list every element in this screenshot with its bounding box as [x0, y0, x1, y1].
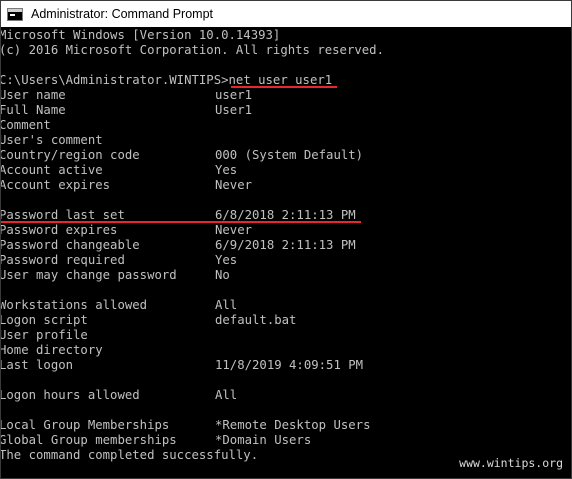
field-value: 11/8/2019 4:09:51 PM	[215, 358, 364, 372]
field-value: User1	[215, 103, 253, 117]
field-value: Yes	[215, 163, 238, 177]
console-output[interactable]: Microsoft Windows [Version 10.0.14393] (…	[1, 27, 571, 478]
field-label: Full Name	[0, 103, 66, 117]
header-copyright-line: (c) 2016 Microsoft Corporation. All righ…	[0, 43, 384, 57]
field-value: Never	[215, 178, 253, 192]
field-value: Yes	[215, 253, 238, 267]
field-row-logon-script: Logon script default.bat	[0, 313, 296, 328]
watermark: www.wintips.org	[459, 456, 563, 470]
field-row-logon-hours-allowed: Logon hours allowed All	[0, 388, 237, 403]
field-row-full-name: Full Name User1	[0, 103, 252, 118]
field-label: Logon hours allowed	[0, 388, 140, 402]
prompt-path: C:\Users\Administrator.WINTIPS>	[0, 73, 229, 87]
title-bar[interactable]: Administrator: Command Prompt	[1, 1, 571, 27]
field-row-country-code: Country/region code 000 (System Default)	[0, 148, 363, 163]
field-row-user-profile: User profile	[0, 328, 88, 343]
typed-command: net user user1	[228, 73, 333, 87]
field-value: 000 (System Default)	[215, 148, 364, 162]
field-row-account-active: Account active Yes	[0, 163, 237, 178]
field-label: Password required	[0, 253, 125, 267]
field-label: Home directory	[0, 343, 103, 357]
field-row-password-expires: Password expires Never	[0, 223, 252, 238]
field-row-local-group-memberships: Local Group Memberships *Remote Desktop U…	[0, 418, 370, 433]
field-label: Local Group Memberships	[0, 418, 170, 432]
field-row-user-may-change-password: User may change password No	[0, 268, 230, 283]
header-version-line: Microsoft Windows [Version 10.0.14393]	[0, 28, 281, 42]
field-value: All	[215, 298, 238, 312]
field-label: Last logon	[0, 358, 74, 372]
field-label: Workstations allowed	[0, 298, 148, 312]
field-row-password-changeable: Password changeable 6/9/2018 2:11:13 PM	[0, 238, 356, 253]
field-label: Global Group memberships	[0, 433, 177, 447]
field-value: Never	[215, 223, 253, 237]
field-label: Password expires	[0, 223, 118, 237]
field-label: User's comment	[0, 133, 103, 147]
field-label: User may change password	[0, 268, 177, 282]
completion-message: The command completed successfully.	[0, 448, 259, 462]
field-label: Comment	[0, 118, 51, 132]
field-label: Password changeable	[0, 238, 140, 252]
field-row-home-directory: Home directory	[0, 343, 103, 358]
field-label: Account active	[0, 163, 103, 177]
field-label: Country/region code	[0, 148, 140, 162]
field-label: Logon script	[0, 313, 88, 327]
field-row-password-required: Password required Yes	[0, 253, 237, 268]
field-label: User profile	[0, 328, 88, 342]
field-value: No	[215, 268, 230, 282]
field-label: User name	[0, 88, 66, 102]
field-value: *Domain Users	[215, 433, 312, 447]
window-title: Administrator: Command Prompt	[31, 7, 214, 21]
field-value: default.bat	[215, 313, 297, 327]
field-row-comment: Comment	[0, 118, 51, 133]
field-value: 6/9/2018 2:11:13 PM	[215, 238, 356, 252]
cmd-console-icon	[7, 7, 23, 21]
field-row-user-name: User name user1	[0, 88, 252, 103]
command-prompt-window: Administrator: Command Prompt Microsoft …	[0, 0, 572, 479]
field-label: Password last set	[0, 208, 125, 222]
field-row-global-group-memberships: Global Group memberships *Domain Users	[0, 433, 311, 448]
field-value: All	[215, 388, 238, 402]
field-label: Account expires	[0, 178, 111, 192]
field-row-account-expires: Account expires Never	[0, 178, 252, 193]
field-row-last-logon: Last logon 11/8/2019 4:09:51 PM	[0, 358, 363, 373]
field-row-workstations-allowed: Workstations allowed All	[0, 298, 237, 313]
field-value: user1	[215, 88, 253, 102]
field-value: *Remote Desktop Users	[215, 418, 371, 432]
field-row-users-comment: User's comment	[0, 133, 103, 148]
